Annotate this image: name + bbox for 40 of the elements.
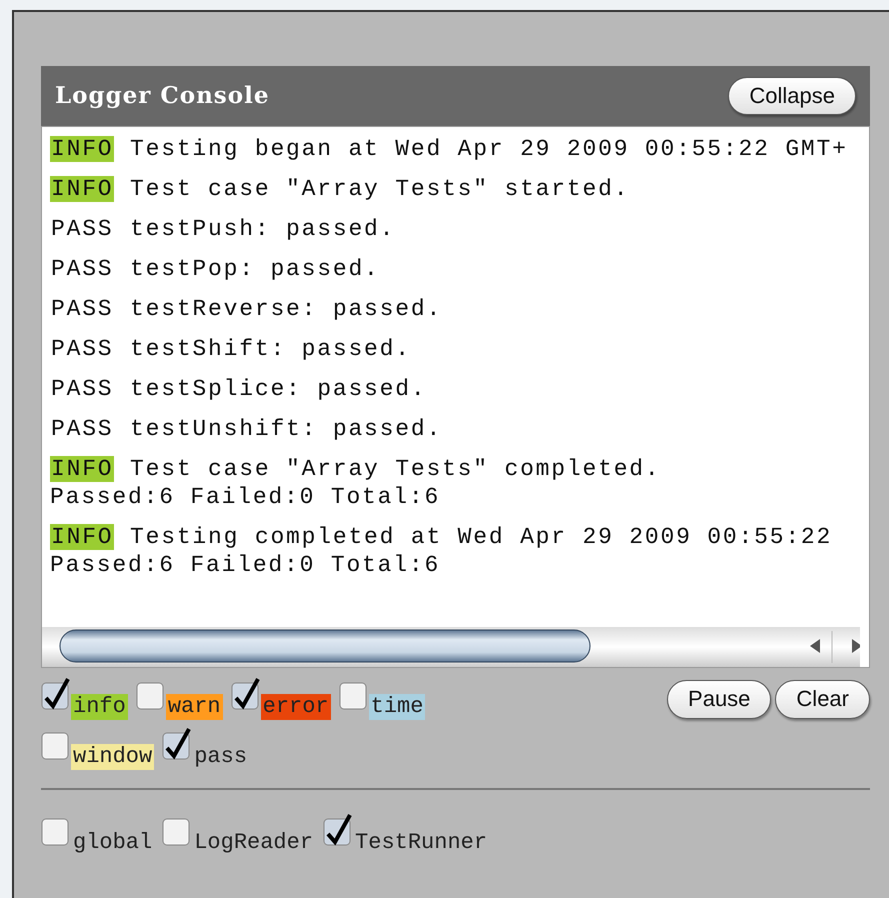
collapse-button[interactable]: Collapse — [728, 76, 856, 116]
horizontal-scrollbar[interactable] — [42, 627, 860, 667]
filter-label: window — [71, 744, 154, 770]
log-message: testReverse: passed. — [129, 296, 442, 322]
checkbox[interactable] — [162, 726, 192, 760]
filter-label: LogReader — [193, 830, 314, 856]
filter-label: warn — [166, 694, 223, 720]
log-category: PASS — [50, 336, 114, 362]
checkbox[interactable] — [41, 676, 71, 710]
log-category: PASS — [50, 376, 114, 402]
log-summary: Passed:6 Failed:0 Total:6 — [50, 483, 442, 511]
checkbox[interactable] — [230, 676, 261, 710]
log-message: testUnshift: passed. — [129, 416, 442, 442]
filter-label: TestRunner — [354, 830, 488, 856]
filter-label: pass — [193, 744, 248, 770]
log-category: PASS — [50, 216, 114, 242]
filter-label: time — [368, 694, 426, 720]
filter-label: error — [260, 694, 331, 720]
log-message: Testing completed at Wed Apr 29 2009 00:55:22 — [129, 524, 832, 550]
console-title: Logger Console — [55, 80, 270, 111]
log-message: testPush: passed. — [129, 216, 396, 242]
log-category: PASS — [50, 256, 114, 282]
log-message: Testing began at Wed Apr 29 2009 00:55:22 GMT+ — [129, 136, 848, 162]
log-message: testSplice: passed. — [129, 376, 426, 402]
log-category: INFO — [50, 176, 114, 202]
log-category: PASS — [50, 296, 114, 322]
log-message: Test case "Array Tests" completed. — [129, 456, 661, 482]
console-button[interactable]: Clear — [775, 680, 870, 719]
log-message: testPop: passed. — [129, 256, 380, 282]
log-summary: Passed:6 Failed:0 Total:6 — [50, 551, 442, 579]
filter-label: info — [71, 694, 128, 720]
log-category: INFO — [50, 136, 114, 162]
log-message: testShift: passed. — [129, 336, 411, 362]
filter-label: global — [72, 830, 154, 856]
console-button[interactable]: Pause — [667, 680, 772, 719]
checkbox[interactable] — [323, 812, 354, 846]
log-category: INFO — [50, 524, 114, 550]
log-category: PASS — [50, 416, 114, 442]
log-category: INFO — [50, 456, 114, 482]
log-message: Test case "Array Tests" started. — [129, 176, 630, 202]
